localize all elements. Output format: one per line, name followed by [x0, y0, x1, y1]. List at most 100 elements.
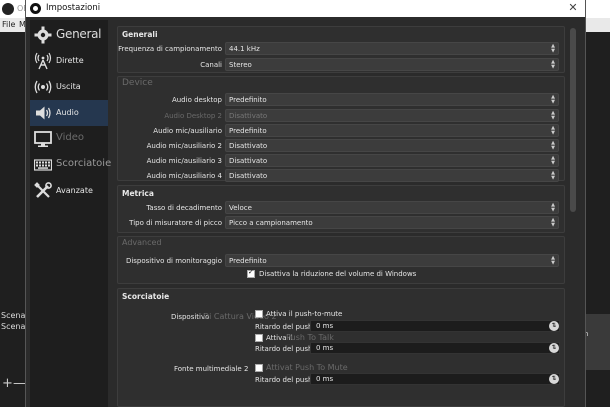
monitor-icon [34, 131, 52, 147]
sample-rate-label: Frequenza di campionamento [118, 45, 222, 53]
obs-logo-icon [30, 3, 41, 14]
monitoring-device-select[interactable]: Predefinito ▲ ▼ [225, 254, 559, 267]
close-button[interactable]: ✕ [565, 1, 581, 15]
decay-rate-select[interactable]: Veloce ▲ ▼ [225, 201, 559, 214]
push-to-mute-2-ghost: Attivat Push To Mute [266, 363, 348, 372]
dialog-titlebar: Impostazioni ✕ [26, 0, 585, 17]
push-to-talk-checkbox[interactable] [255, 334, 263, 342]
sidebar-item-audio[interactable]: Audio [30, 100, 108, 126]
dialog-title: Impostazioni [46, 3, 101, 13]
sidebar-item-label: General [56, 27, 102, 41]
decay-value: Veloce [229, 204, 252, 212]
channels-select[interactable]: Stereo ▲ ▼ [225, 58, 559, 71]
group-scorciatoie: Scorciatoie Dispositivo Di Cattura Video… [117, 288, 565, 407]
sample-rate-select[interactable]: 44.1 kHz ▲ ▼ [225, 42, 559, 55]
push-to-mute-label: Attiva il push-to-mute [266, 310, 343, 318]
sidebar-item-label: Uscita [56, 82, 81, 91]
ducking-checkbox[interactable] [247, 268, 255, 278]
sample-rate-value: 44.1 kHz [229, 45, 260, 53]
push-to-mute-checkbox[interactable] [255, 310, 263, 318]
settings-content: Generali Frequenza di campionamento 44.1… [115, 20, 587, 407]
peak-meter-select[interactable]: Picco a campionamento ▲ ▼ [225, 216, 559, 229]
updown-arrow-icon: ▲ ▼ [551, 202, 555, 213]
device-label: Audio Desktop 2 [164, 112, 222, 120]
keyboard-icon [34, 159, 52, 171]
channels-label: Canali [200, 61, 222, 69]
scrollbar-thumb[interactable] [570, 28, 576, 212]
spin-arrows-icon[interactable]: ⇅ [549, 321, 559, 331]
delay-value: 0 ms [316, 344, 334, 352]
audio-desktop-select[interactable]: Predefinito ▲ ▼ [225, 93, 559, 106]
push-to-talk-delay-spinbox[interactable]: 0 ms ⇅ [310, 342, 560, 354]
screen: OB File M Scena Scena 2 + — tta zion dio… [0, 0, 610, 407]
broadcast-icon [34, 52, 52, 70]
updown-arrow-icon: ▲ ▼ [551, 170, 555, 181]
sidebar-item-avanzate[interactable]: Avanzate [30, 178, 108, 204]
push-to-mute-2-checkbox[interactable] [255, 364, 263, 372]
tools-icon [34, 182, 52, 198]
sidebar-item-video[interactable]: Video [30, 126, 108, 152]
updown-arrow-icon: ▲ ▼ [551, 110, 555, 121]
updown-arrow-icon: ▲ ▼ [551, 155, 555, 166]
push-to-mute-2-delay-spinbox[interactable]: 0 ms ⇅ [310, 373, 560, 385]
audio-desktop-2-select[interactable]: Disattivato ▲ ▼ [225, 109, 559, 122]
device-value: Disattivato [229, 157, 268, 165]
decay-label: Tasso di decadimento [146, 204, 222, 212]
source-label: Fonte multimediale 2 [174, 365, 249, 373]
device-label: Audio desktop [171, 96, 222, 104]
group-device: Device Audio desktop Predefinito ▲ ▼ Audi… [117, 76, 565, 182]
device-label: Audio mic/ausiliario 2 [146, 142, 222, 150]
sidebar-item-scorciatoie[interactable]: Scorciatoie [30, 152, 112, 178]
output-icon [34, 80, 52, 94]
settings-dialog: Impostazioni ✕ General Dirette Uscita Au… [25, 0, 586, 407]
sidebar-item-label: Dirette [56, 56, 84, 65]
peak-meter-value: Picco a campionamento [229, 219, 313, 227]
channels-value: Stereo [229, 61, 252, 69]
mic-aux-2-select[interactable]: Disattivato ▲ ▼ [225, 139, 559, 152]
delay-value: 0 ms [316, 322, 334, 330]
device-value: Predefinito [229, 127, 267, 135]
gear-icon [34, 26, 52, 44]
group-metrica: Metrica Tasso di decadimento Veloce ▲ ▼ T… [117, 185, 565, 233]
scene-item[interactable]: Scena [0, 311, 25, 320]
device-value: Disattivato [229, 142, 268, 150]
updown-arrow-icon: ▲ ▼ [551, 217, 555, 228]
delay-value: 0 ms [316, 375, 334, 383]
obs-logo-icon [2, 3, 14, 15]
group-title: Generali [122, 30, 158, 39]
group-title: Advanced [122, 238, 162, 247]
settings-sidebar: General Dirette Uscita Audio Video Scorc… [30, 20, 112, 407]
sidebar-item-label: Audio [56, 108, 79, 117]
add-scene-button[interactable]: + [2, 376, 13, 391]
group-generali: Generali Frequenza di campionamento 44.1… [117, 26, 565, 73]
menu-file[interactable]: File [2, 20, 15, 29]
device-label: Audio mic/ausiliario [153, 127, 222, 135]
spin-arrows-icon[interactable]: ⇅ [549, 374, 559, 384]
group-title: Scorciatoie [122, 292, 170, 301]
sidebar-item-uscita[interactable]: Uscita [30, 74, 108, 100]
device-value: Predefinito [229, 96, 267, 104]
updown-arrow-icon: ▲ ▼ [551, 94, 555, 105]
monitoring-device-label: Dispositivo di monitoraggio [125, 257, 222, 265]
speaker-icon [36, 106, 51, 120]
group-title: Device [122, 78, 153, 88]
sidebar-item-dirette[interactable]: Dirette [30, 48, 108, 74]
updown-arrow-icon: ▲ ▼ [551, 140, 555, 151]
sidebar-item-label: Avanzate [56, 186, 93, 195]
mic-aux-select[interactable]: Predefinito ▲ ▼ [225, 124, 559, 137]
push-to-talk-ghost: Push To Talk [286, 333, 334, 342]
device-value: Disattivato [229, 112, 268, 120]
mic-aux-3-select[interactable]: Disattivato ▲ ▼ [225, 154, 559, 167]
updown-arrow-icon: ▲ ▼ [551, 125, 555, 136]
updown-arrow-icon: ▲ ▼ [551, 255, 555, 266]
device-value: Disattivato [229, 172, 268, 180]
group-title: Metrica [122, 189, 154, 198]
mic-aux-4-select[interactable]: Disattivato ▲ ▼ [225, 169, 559, 182]
group-advanced: Advanced Dispositivo di monitoraggio Pre… [117, 236, 565, 284]
push-to-mute-delay-spinbox[interactable]: 0 ms ⇅ [310, 320, 560, 332]
updown-arrow-icon: ▲ ▼ [551, 43, 555, 54]
sidebar-item-general[interactable]: General [30, 22, 108, 48]
ducking-label: Disattiva la riduzione del volume di Win… [259, 270, 417, 278]
sidebar-item-label: Scorciatoie [56, 158, 112, 169]
spin-arrows-icon[interactable]: ⇅ [549, 343, 559, 353]
